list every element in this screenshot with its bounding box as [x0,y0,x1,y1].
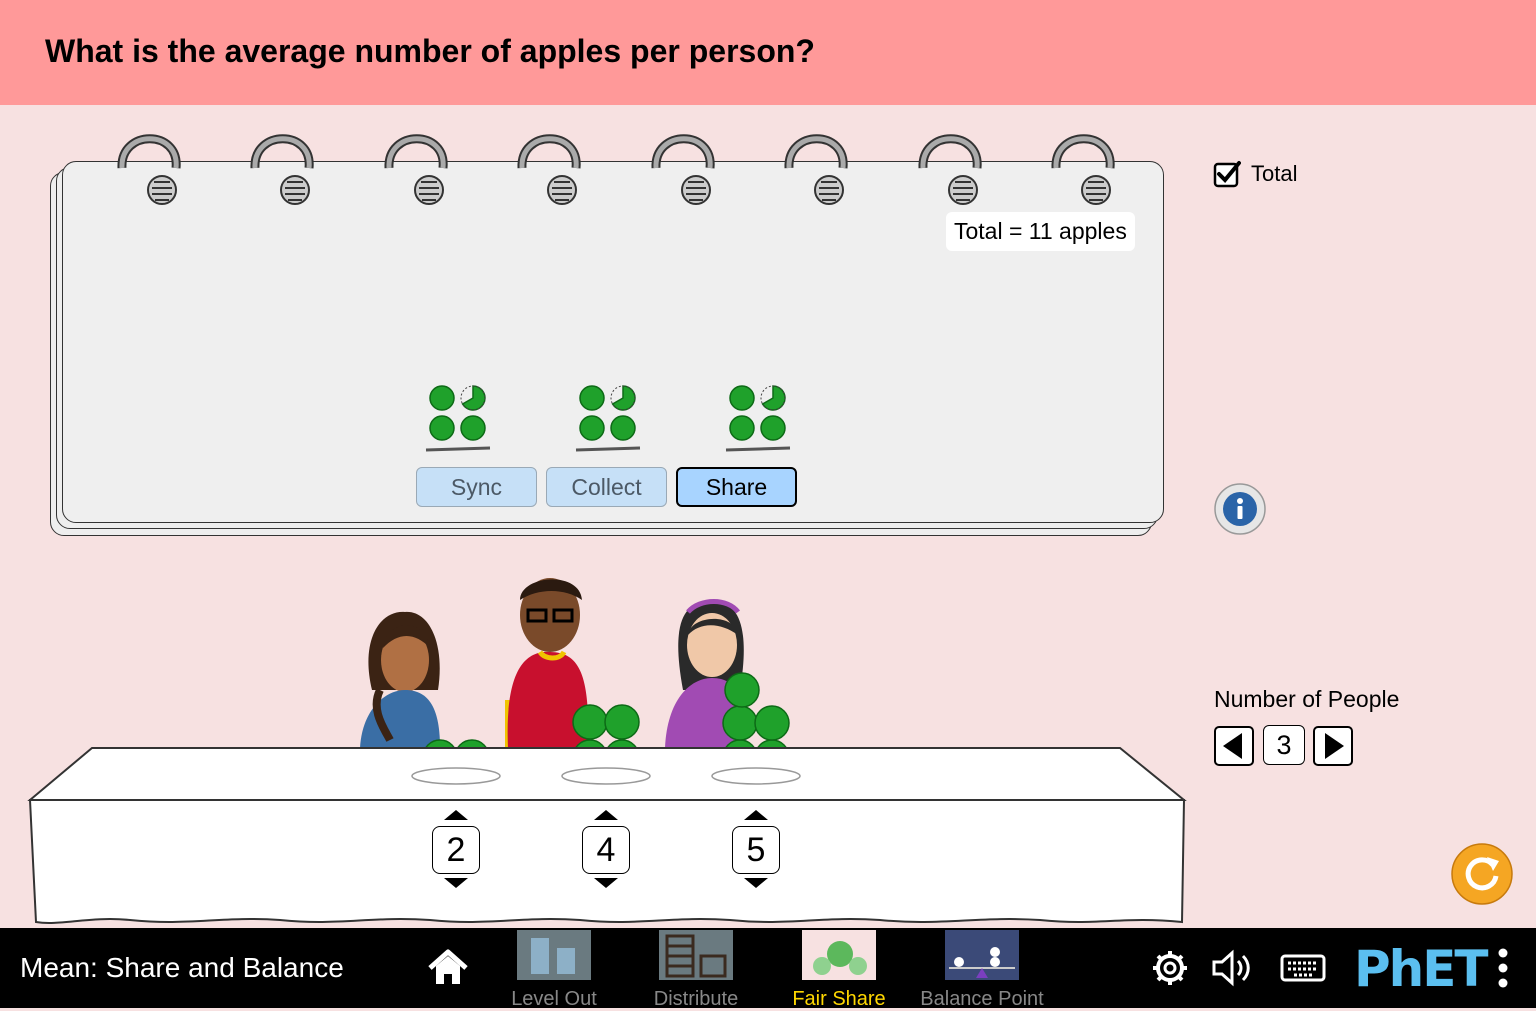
fair-share-thumbnail [802,930,876,980]
right-arrow-icon [1325,733,1344,759]
checkbox-checked-icon[interactable] [1213,160,1241,188]
left-arrow-icon [1223,733,1242,759]
increment-apples-button[interactable] [444,810,468,820]
number-of-people-label: Number of People [1214,686,1400,712]
total-checkbox-label: Total [1251,161,1298,186]
question-text: What is the average number of apples per… [45,33,815,69]
decrement-apples-button[interactable] [744,878,768,888]
tab-balance-point[interactable]: Balance Point [918,930,1046,1011]
apple-count-person-3: 5 [732,826,780,874]
share-button[interactable]: Share [676,467,797,507]
decrease-people-button[interactable] [1214,726,1254,766]
spiral-ring-icon [918,134,982,205]
sim-title: Mean: Share and Balance [20,952,344,983]
distribute-thumbnail [659,930,733,980]
apple-count-person-2: 4 [582,826,630,874]
person-1 [360,611,440,748]
spiral-ring-icon [250,134,314,205]
info-button[interactable] [1214,483,1266,535]
apple-count-person-1: 2 [432,826,480,874]
info-icon [1237,498,1243,504]
decrement-apples-button[interactable] [594,878,618,888]
reset-all-button[interactable] [1451,843,1513,905]
total-apples-label: Total = 11 apples [946,212,1135,251]
decrement-apples-button[interactable] [444,878,468,888]
shared-apples-group [725,385,791,452]
tab-fair-share[interactable]: Fair Share [790,930,888,1011]
increment-apples-button[interactable] [744,810,768,820]
gear-icon[interactable] [1150,948,1190,988]
shared-apples-group [575,385,641,452]
question-banner: What is the average number of apples per… [0,0,1536,105]
collect-button[interactable]: Collect [546,467,667,507]
total-checkbox-row[interactable]: Total [1213,160,1297,188]
spiral-ring-icon [1051,134,1115,205]
spiral-ring-icon [117,134,181,205]
home-icon[interactable] [426,948,470,988]
more-options-icon[interactable] [1496,946,1510,990]
increase-people-button[interactable] [1313,726,1353,766]
phet-logo[interactable]: PhET [1354,940,1489,998]
increment-apples-button[interactable] [594,810,618,820]
table-scene [27,578,1187,924]
level-out-thumbnail [517,930,591,980]
balance-point-thumbnail [945,930,1019,980]
sync-button[interactable]: Sync [416,467,537,507]
shared-apples-group [425,385,491,452]
tab-level-out[interactable]: Level Out [505,930,603,1011]
tab-distribute[interactable]: Distribute [645,930,747,1011]
spiral-ring-icon [651,134,715,205]
keyboard-icon[interactable] [1280,950,1326,984]
spiral-ring-icon [517,134,581,205]
number-of-people-value: 3 [1263,725,1305,765]
speaker-icon[interactable] [1210,948,1256,988]
spiral-ring-icon [784,134,848,205]
spiral-ring-icon [384,134,448,205]
